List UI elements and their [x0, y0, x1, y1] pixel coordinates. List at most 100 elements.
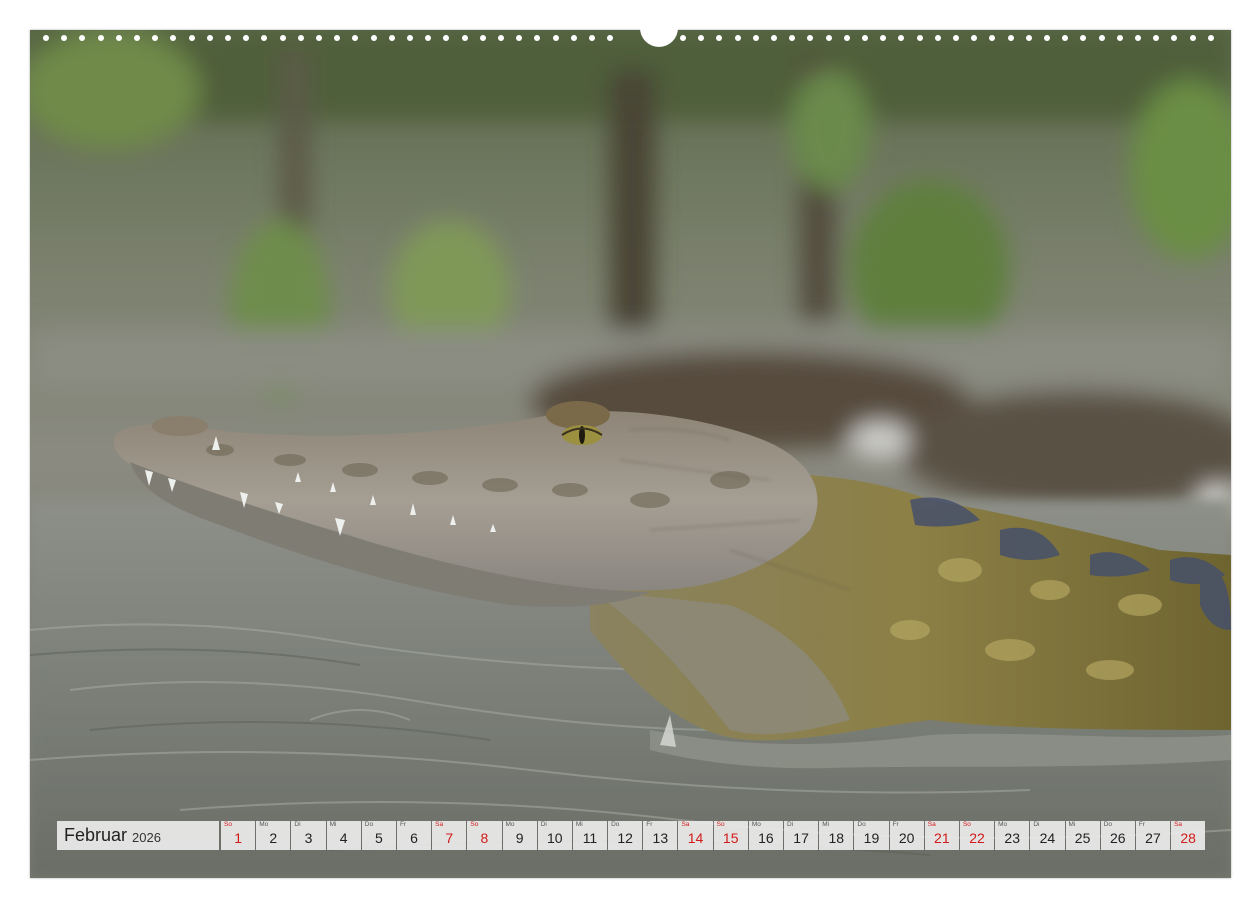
binding-hole — [934, 35, 941, 41]
day-number: 22 — [969, 830, 985, 846]
day-number: 10 — [546, 830, 563, 846]
binding-hole — [953, 35, 959, 41]
binding-hole — [971, 35, 978, 41]
day-cell: Sa 28 — [1171, 821, 1206, 850]
binding-hole — [516, 35, 523, 41]
binding-hole — [789, 35, 796, 41]
binding-hole — [352, 35, 359, 41]
binding-hole — [825, 35, 832, 41]
binding-hole — [243, 35, 250, 41]
day-cell: Mi 25 — [1065, 821, 1100, 850]
day-cell: Mo 16 — [748, 821, 783, 850]
day-cell: Do 12 — [608, 821, 643, 850]
binding-hole — [989, 35, 996, 41]
day-number: 19 — [863, 830, 880, 846]
binding-hole — [916, 35, 923, 41]
binding-hole — [79, 35, 86, 41]
day-number: 24 — [1039, 830, 1056, 846]
binding-hole — [152, 35, 159, 41]
binding-hole — [388, 35, 395, 41]
binding-hole — [589, 35, 595, 41]
day-number: 20 — [898, 830, 915, 846]
binding-hole — [97, 35, 104, 41]
binding-hole — [188, 35, 195, 41]
binding-hole — [334, 35, 341, 41]
calendar-date-strip: Februar 2026 So 1 Mo 2 Di 3 Mi 4 Do 5 Fr 6 Sa 7 So 8 Mo 9… — [57, 821, 1206, 850]
binding-hole — [843, 35, 850, 41]
day-cell: Do 19 — [854, 821, 889, 850]
day-number: 5 — [374, 830, 383, 846]
binding-hole — [1153, 35, 1160, 41]
day-number: 1 — [234, 830, 242, 846]
binding-hole — [607, 35, 614, 41]
day-cell: Di 3 — [291, 821, 326, 850]
binding-hole — [898, 35, 905, 41]
day-number: 13 — [652, 830, 669, 846]
binding-hole — [461, 35, 468, 41]
binding-hole — [206, 35, 213, 41]
day-cell: So 1 — [221, 821, 256, 850]
day-number: 18 — [828, 830, 845, 846]
binding-hole — [134, 35, 140, 41]
binding-hole — [1062, 35, 1069, 41]
binding-hole — [407, 35, 413, 41]
binding-hole — [1044, 35, 1050, 41]
day-number: 8 — [480, 830, 489, 846]
day-number: 7 — [445, 830, 454, 846]
day-number: 9 — [515, 830, 524, 846]
month-name: Februar — [64, 825, 128, 845]
binding-hole — [534, 35, 541, 41]
binding-hole — [680, 35, 686, 41]
binding-hole — [225, 35, 231, 41]
binding-hole — [552, 35, 559, 41]
day-number: 2 — [269, 830, 278, 846]
binding-hole — [279, 35, 286, 41]
calendar-hanger — [640, 28, 678, 47]
binding-hole — [1098, 35, 1105, 41]
binding-hole — [807, 35, 814, 41]
binding-hole — [425, 35, 432, 41]
day-number: 21 — [934, 830, 950, 846]
day-cell: Mi 11 — [572, 821, 608, 850]
day-number: 15 — [722, 830, 739, 846]
binding-hole — [771, 35, 777, 41]
day-cell: Sa 14 — [678, 821, 713, 850]
binding-hole — [498, 35, 504, 41]
day-number: 17 — [793, 830, 809, 846]
day-cell: Sa 7 — [432, 821, 467, 850]
month-label: Februar 2026 — [57, 821, 219, 850]
day-number: 28 — [1180, 830, 1196, 846]
binding-hole — [1080, 35, 1087, 41]
day-cell: Mi 4 — [326, 821, 361, 850]
binding-hole — [1116, 35, 1123, 41]
day-cell: Mo 2 — [256, 821, 291, 850]
day-number: 12 — [617, 830, 633, 846]
binding-hole — [862, 35, 868, 41]
binding-hole — [115, 35, 122, 41]
spiral-binding — [30, 28, 1231, 47]
day-cell: Fr 13 — [643, 821, 678, 850]
day-number: 26 — [1109, 830, 1126, 846]
day-number: 16 — [758, 830, 774, 846]
crocodile-photo — [30, 30, 1231, 878]
binding-hole — [170, 35, 177, 41]
binding-hole — [880, 35, 887, 41]
binding-hole — [1025, 35, 1032, 41]
binding-hole — [716, 35, 723, 41]
binding-hole — [297, 35, 304, 41]
day-cell: Mo 9 — [502, 821, 537, 850]
day-number: 25 — [1074, 830, 1091, 846]
day-number: 3 — [304, 830, 313, 846]
day-cell: So 8 — [467, 821, 502, 850]
day-cell: Di 10 — [537, 821, 572, 850]
day-cell: Mo 23 — [995, 821, 1030, 850]
binding-hole — [752, 35, 759, 41]
day-cell: Di 24 — [1030, 821, 1065, 850]
crocodile-illustration — [30, 30, 1231, 878]
year: 2026 — [132, 829, 161, 845]
day-number: 11 — [582, 830, 598, 846]
binding-hole — [1171, 35, 1178, 41]
binding-hole — [316, 35, 322, 41]
calendar-page: Februar 2026 So 1 Mo 2 Di 3 Mi 4 Do 5 Fr 6 Sa 7 So 8 Mo 9… — [0, 0, 1260, 908]
binding-hole — [1207, 35, 1214, 41]
